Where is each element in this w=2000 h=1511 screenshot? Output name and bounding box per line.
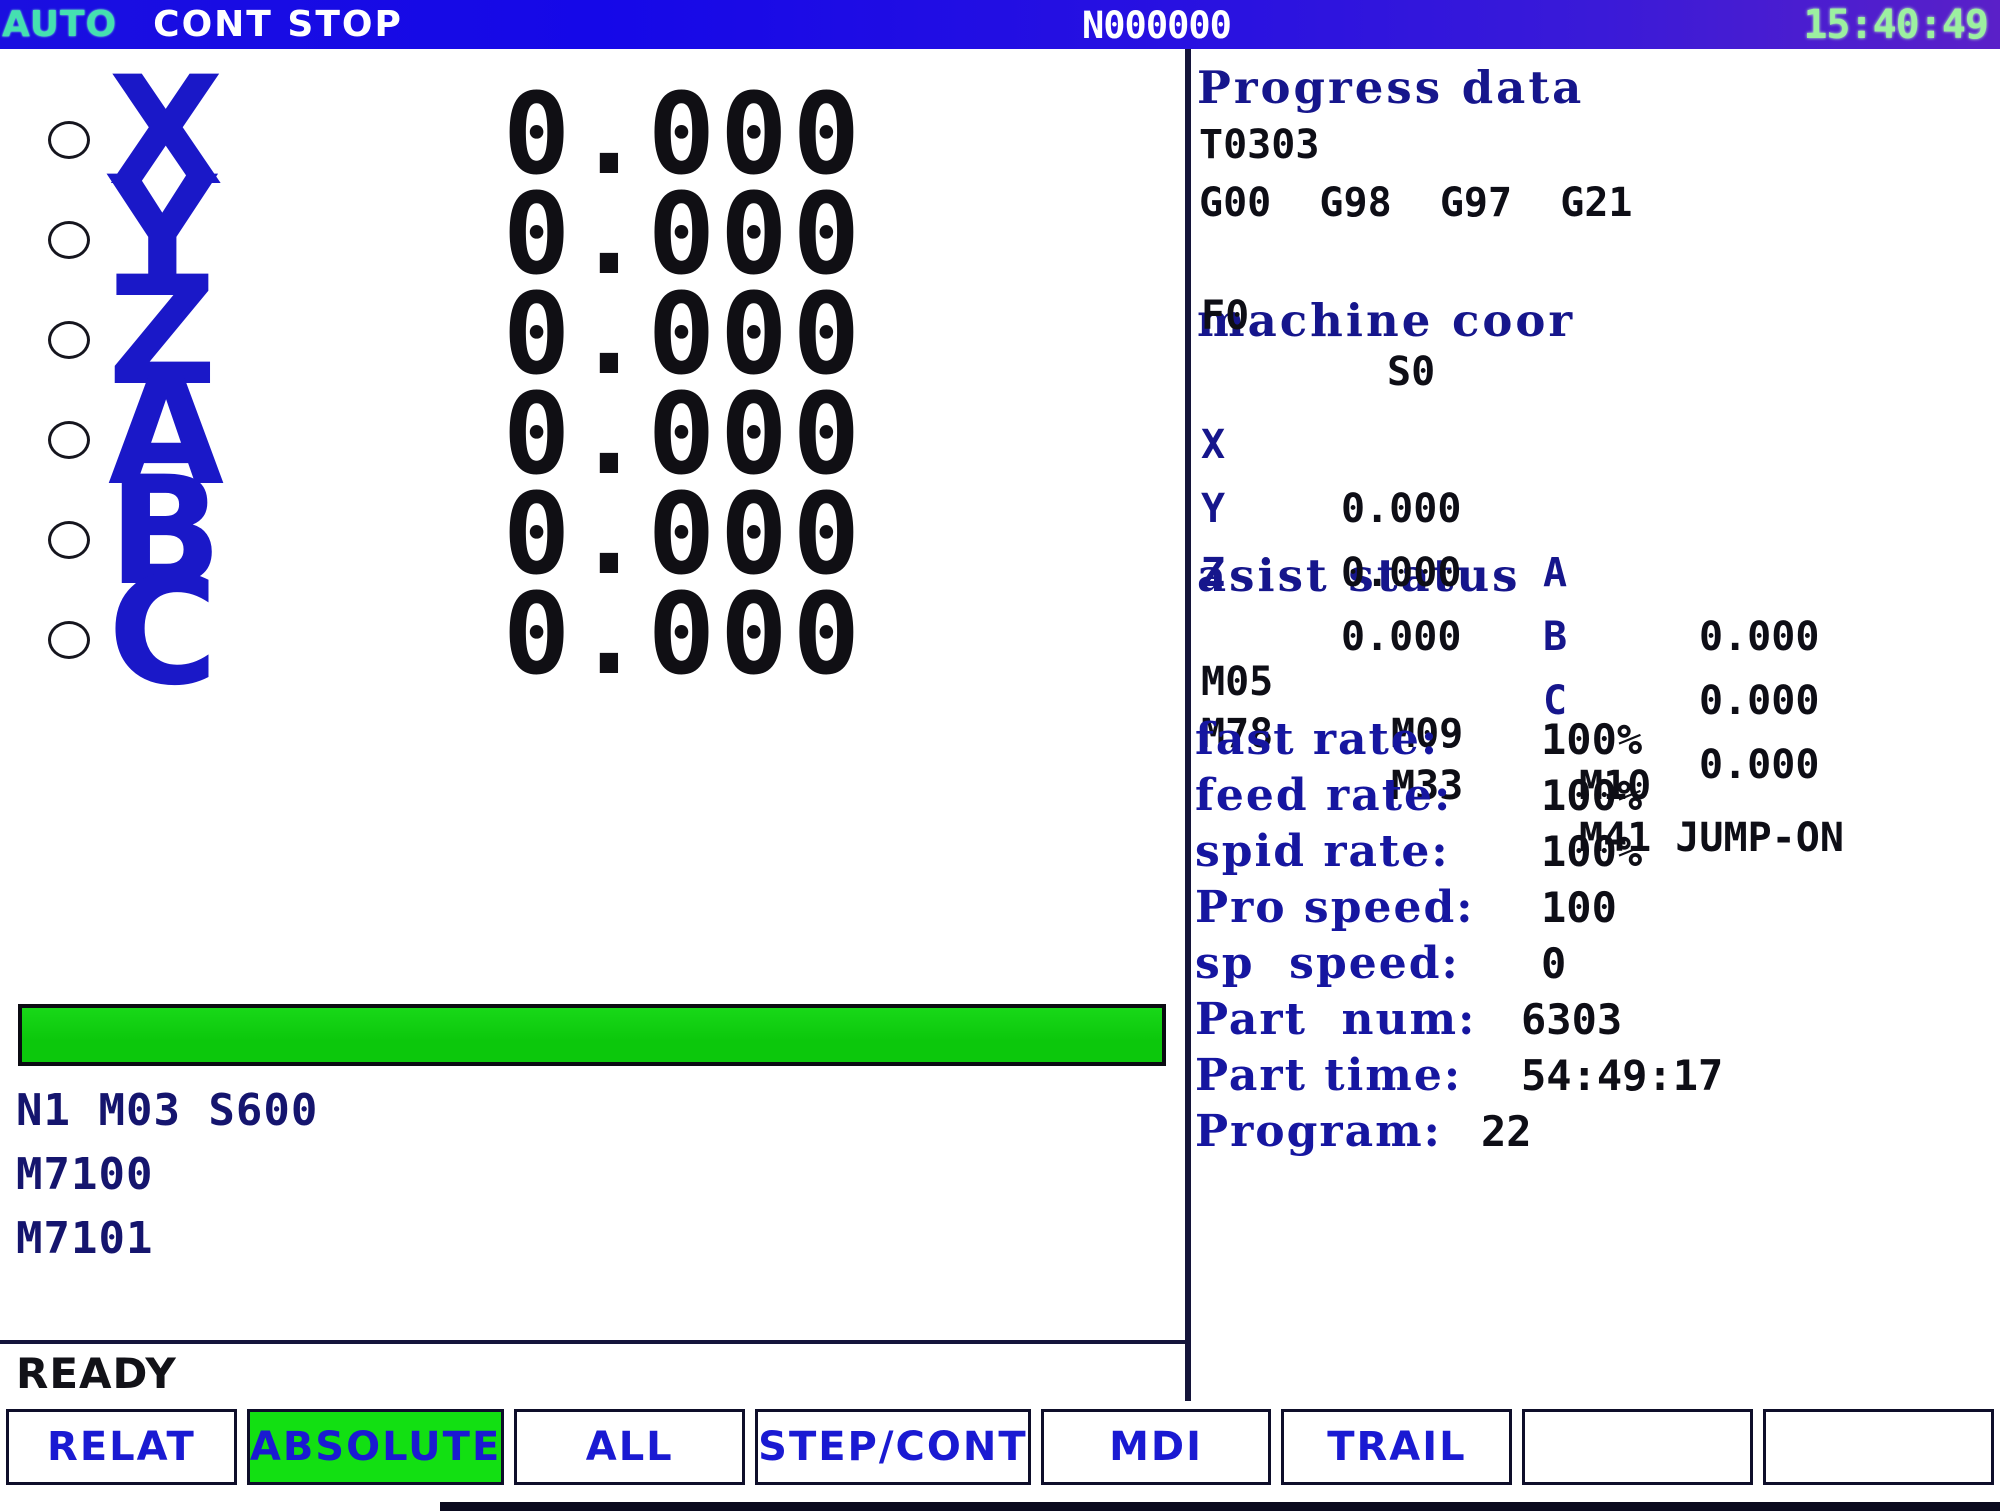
axis-indicator-led-x[interactable] [48,121,90,159]
rate-value: 22 [1481,1104,1532,1160]
rate-row-part-num: Part num: 6303 [1191,992,2000,1048]
program-line-list: N1 M03 S600 M7100 M7101 [16,1079,1166,1271]
rate-value: 100 [1541,880,1617,936]
progress-data-header: Progress data [1191,59,2000,116]
rate-label: fast rate: [1195,712,1439,768]
axis-label-c: C [108,557,214,707]
rate-label: Part num: [1195,992,1476,1048]
softkey-mdi[interactable]: MDI [1041,1409,1272,1485]
program-line: N1 M03 S600 [16,1079,1166,1143]
softkey-bar: RELAT ABSOLUTE ALL STEP/CONT MDI TRAIL [0,1401,2000,1511]
rate-label: Program: [1195,1104,1442,1160]
block-number: N000000 [1082,4,1231,47]
rate-row-pro-speed: Pro speed: 100 [1191,880,2000,936]
status-divider-top [0,1340,1185,1344]
rate-row-program: Program: 22 [1191,1104,2000,1160]
softkey-relat[interactable]: RELAT [6,1409,237,1485]
rate-value: 100% [1541,824,1642,880]
program-progress-fill [22,1008,1162,1062]
feed-spindle-row: F0 S0 [1191,232,2000,288]
axis-indicator-led-a[interactable] [48,421,90,459]
rate-list: fast rate: 100% feed rate: 100% spid rat… [1191,712,2000,1160]
cnc-controller-screen: AUTO CONT STOP N000000 15:40:49 X 0.000 … [0,0,2000,1511]
program-progress-bar [18,1004,1166,1066]
clock: 15:40:49 [1803,2,1988,48]
run-state-indicator: CONT STOP [153,4,403,45]
axis-row: C 0.000 [0,575,1185,705]
axis-value-c: 0.000 [503,579,865,691]
axis-indicator-led-z[interactable] [48,321,90,359]
program-line: M7100 [16,1143,1166,1207]
rate-value: 54:49:17 [1521,1048,1723,1104]
machine-coor-row: Z 0.000 C 0.000 [1191,477,2000,541]
axis-list: X 0.000 Y 0.000 Z 0.000 A 0.000 B 0. [0,49,1185,909]
position-display-panel: X 0.000 Y 0.000 Z 0.000 A 0.000 B 0. [0,49,1185,1401]
top-status-bar: AUTO CONT STOP N000000 15:40:49 [0,0,2000,49]
rate-value: 6303 [1521,992,1622,1048]
rate-row-part-time: Part time: 54:49:17 [1191,1048,2000,1104]
asist-status-row: M78 M33 M41 JUMP-ON [1191,656,2000,708]
machine-axis-value-y: 0.000 [1341,541,1461,605]
rate-label: Part time: [1195,1048,1462,1104]
current-tool: T0303 [1191,116,2000,174]
rate-row-fast: fast rate: 100% [1191,712,2000,768]
asist-status-row: M05 M09 M10 [1191,604,2000,656]
machine-coor-row: X 0.000 A 0.000 [1191,349,2000,413]
machine-status-text: READY [16,1349,177,1399]
feed-value: F0 [1201,288,1249,344]
rate-value: 0 [1541,936,1566,992]
machine-axis-label-z: Z [1201,541,1225,605]
softkey-step-cont[interactable]: STEP/CONT [755,1409,1030,1485]
axis-indicator-led-y[interactable] [48,221,90,259]
info-panel: Progress data T0303 G00 G98 G97 G21 F0 S… [1191,49,2000,1401]
softkey-bar-underline [440,1502,2000,1511]
rate-value: 100% [1541,712,1642,768]
active-gcodes: G00 G98 G97 G21 [1191,174,2000,232]
rate-value: 100% [1541,768,1642,824]
machine-coor-row: Y 0.000 B 0.000 [1191,413,2000,477]
softkey-absolute[interactable]: ABSOLUTE [247,1409,504,1485]
rate-label: Pro speed: [1195,880,1474,936]
axis-indicator-led-b[interactable] [48,521,90,559]
axis-indicator-led-c[interactable] [48,621,90,659]
mode-indicator: AUTO [2,4,117,45]
program-line: M7101 [16,1207,1166,1271]
softkey-trail[interactable]: TRAIL [1281,1409,1512,1485]
rate-label: spid rate: [1195,824,1450,880]
softkey-all[interactable]: ALL [514,1409,745,1485]
rate-label: sp speed: [1195,936,1460,992]
softkey-empty-1[interactable] [1522,1409,1753,1485]
machine-axis-label-a: A [1543,541,1567,605]
rate-row-feed: feed rate: 100% [1191,768,2000,824]
rate-row-spid: spid rate: 100% [1191,824,2000,880]
softkey-empty-2[interactable] [1763,1409,1994,1485]
rate-row-sp-speed: sp speed: 0 [1191,936,2000,992]
rate-label: feed rate: [1195,768,1452,824]
